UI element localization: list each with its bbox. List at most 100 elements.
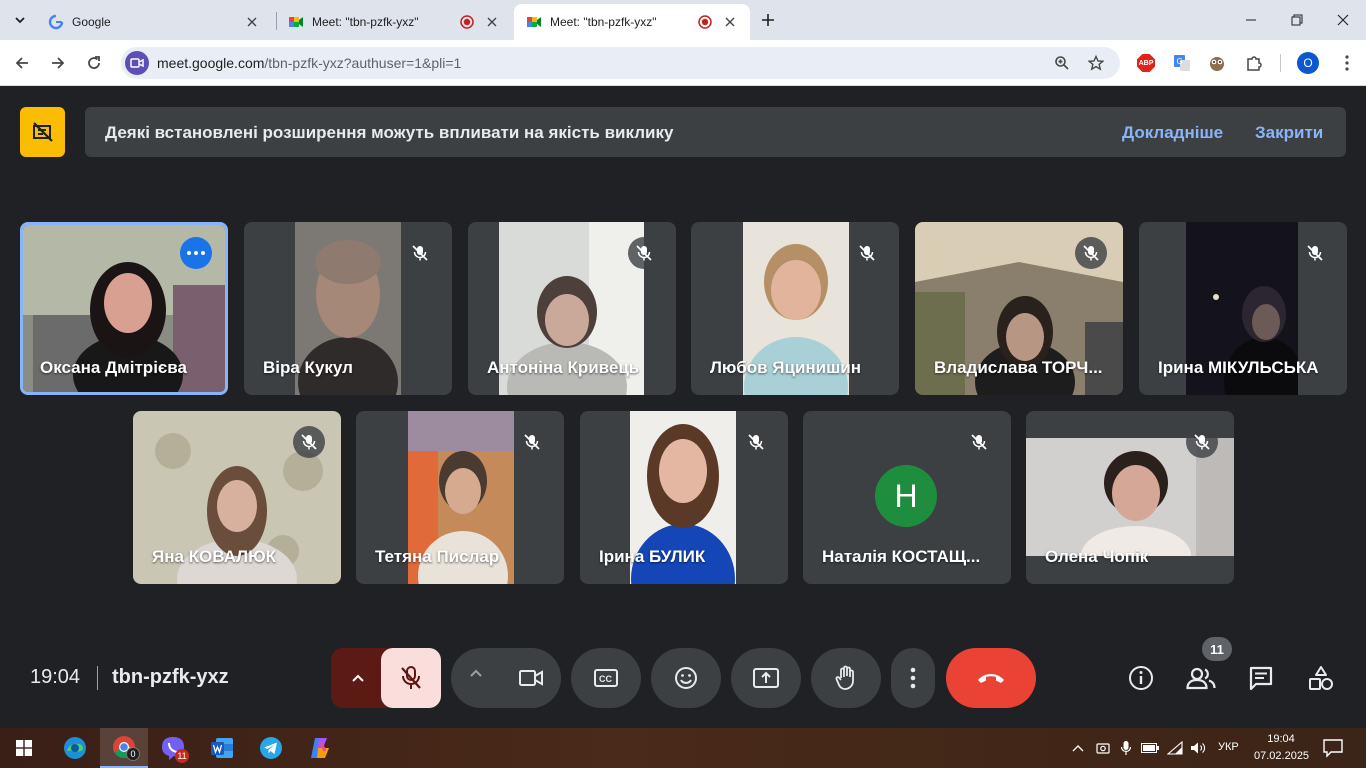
- show-hidden-icons[interactable]: [1069, 740, 1087, 756]
- meeting-details-button[interactable]: [1121, 658, 1161, 698]
- new-tab-button[interactable]: [756, 8, 780, 32]
- taskbar-viber[interactable]: 11: [149, 728, 197, 768]
- taskbar-time[interactable]: 19:04: [1254, 733, 1308, 745]
- windows-logo-icon: [16, 740, 32, 756]
- reload-icon: [88, 56, 100, 69]
- forward-button[interactable]: [45, 50, 71, 76]
- tab-title: Google: [72, 15, 111, 29]
- participant-tile[interactable]: Ірина МІКУЛЬСЬКА: [1139, 222, 1347, 395]
- close-window-button[interactable]: [1320, 0, 1366, 40]
- participant-tile[interactable]: Яна КОВАЛЮК: [133, 411, 341, 584]
- chevron-up-icon[interactable]: [469, 668, 483, 678]
- participant-tile[interactable]: Владислава ТОРЧ...: [915, 222, 1123, 395]
- microphone-control: [331, 648, 441, 708]
- extensions-button[interactable]: [1243, 52, 1265, 74]
- more-options-button[interactable]: [891, 648, 935, 708]
- reload-button[interactable]: [81, 50, 107, 76]
- arrow-right-icon: [52, 57, 65, 69]
- taskbar-copilot[interactable]: [296, 728, 344, 768]
- owl-extension[interactable]: [1206, 52, 1228, 74]
- participant-options-button[interactable]: [180, 237, 212, 269]
- reactions-button[interactable]: [651, 648, 721, 708]
- notice-text: Деякі встановлені розширення можуть впли…: [105, 123, 674, 142]
- participant-name: Владислава ТОРЧ...: [934, 358, 1103, 377]
- mic-off-icon: [971, 434, 987, 450]
- tab-google[interactable]: Google: [36, 4, 272, 40]
- participant-avatar: H: [875, 465, 937, 527]
- chrome-badge: 0: [126, 747, 140, 761]
- minimize-icon: [1246, 19, 1256, 21]
- leave-call-button[interactable]: [946, 648, 1036, 708]
- more-vert-icon: [910, 667, 916, 689]
- url-text[interactable]: meet.google.com/tbn-pzfk-yxz?authuser=1&…: [157, 55, 461, 71]
- participant-tile[interactable]: Любов Яцинишин: [691, 222, 899, 395]
- minimize-button[interactable]: [1228, 0, 1274, 40]
- participant-tile[interactable]: H Наталія КОСТАЩ...: [803, 411, 1011, 584]
- site-info-button[interactable]: [125, 51, 149, 75]
- learn-more-link[interactable]: Докладніше: [1122, 123, 1223, 143]
- chat-button[interactable]: [1241, 658, 1281, 698]
- close-tab-icon[interactable]: [244, 14, 260, 30]
- tab-meet-2-active[interactable]: Meet: "tbn-pzfk-yxz": [514, 4, 750, 40]
- tray-microphone[interactable]: [1117, 740, 1135, 756]
- participant-tile[interactable]: Тетяна Пислар: [356, 411, 564, 584]
- microphone-tray-icon: [1120, 741, 1132, 755]
- meeting-code: tbn-pzfk-yxz: [112, 666, 229, 688]
- viber-badge: 11: [175, 749, 189, 763]
- address-bar[interactable]: meet.google.com/tbn-pzfk-yxz?authuser=1&…: [121, 47, 1120, 79]
- translate-icon: G: [1174, 55, 1190, 71]
- muted-indicator: [1299, 237, 1331, 269]
- notifications-icon[interactable]: [1322, 738, 1344, 758]
- tray-camera[interactable]: [1094, 740, 1112, 756]
- participant-name: Яна КОВАЛЮК: [152, 547, 277, 566]
- close-tab-icon[interactable]: [484, 14, 500, 30]
- taskbar-chrome[interactable]: 0: [100, 728, 148, 768]
- zoom-button[interactable]: [1052, 53, 1072, 73]
- more-vert-icon: [1345, 55, 1349, 71]
- tray-volume[interactable]: [1189, 740, 1207, 756]
- wifi-icon: [1167, 741, 1183, 755]
- toggle-microphone-button[interactable]: [381, 648, 441, 708]
- adblock-icon: ABP: [1137, 54, 1155, 72]
- participant-count-badge: 11: [1202, 637, 1232, 661]
- mic-off-icon: [401, 666, 421, 689]
- browser-menu-button[interactable]: [1336, 52, 1358, 74]
- star-icon: [1088, 55, 1104, 71]
- participant-tile[interactable]: Антоніна Кривець: [468, 222, 676, 395]
- extension-warning-badge: [20, 107, 65, 157]
- mic-off-icon: [412, 245, 428, 261]
- activities-button[interactable]: [1301, 658, 1341, 698]
- profile-avatar[interactable]: O: [1297, 52, 1319, 74]
- participant-tile[interactable]: Оксана Дмітрієва: [20, 222, 228, 395]
- chevron-up-icon: [1072, 745, 1084, 752]
- people-icon: [1186, 667, 1216, 690]
- recording-icon: [460, 15, 474, 29]
- taskbar-edge[interactable]: [51, 728, 99, 768]
- taskbar-telegram[interactable]: [247, 728, 295, 768]
- participant-tile[interactable]: Олена Чопік: [1026, 411, 1234, 584]
- present-screen-button[interactable]: [731, 648, 801, 708]
- translate-extension[interactable]: G: [1171, 52, 1193, 74]
- back-button[interactable]: [9, 50, 35, 76]
- people-button[interactable]: [1181, 658, 1221, 698]
- input-language[interactable]: УКР: [1218, 741, 1239, 753]
- close-tab-icon[interactable]: [722, 14, 738, 30]
- participant-tile[interactable]: Ірина БУЛИК: [580, 411, 788, 584]
- tray-battery[interactable]: [1141, 740, 1159, 756]
- bookmark-button[interactable]: [1086, 53, 1106, 73]
- start-button[interactable]: [0, 728, 48, 768]
- restore-button[interactable]: [1274, 0, 1320, 40]
- participant-tile[interactable]: Віра Кукул: [244, 222, 452, 395]
- tab-meet-1[interactable]: Meet: "tbn-pzfk-yxz": [276, 4, 512, 40]
- taskbar-word[interactable]: [198, 728, 246, 768]
- close-notice-button[interactable]: Закрити: [1255, 123, 1323, 143]
- tray-network[interactable]: [1166, 740, 1184, 756]
- edge-icon: [64, 737, 86, 759]
- taskbar-date[interactable]: 07.02.2025: [1254, 750, 1309, 762]
- toggle-camera-button[interactable]: [501, 648, 561, 708]
- activities-icon: [1309, 666, 1333, 690]
- raise-hand-button[interactable]: [811, 648, 881, 708]
- tab-search-button[interactable]: [8, 8, 32, 32]
- captions-button[interactable]: CC: [571, 648, 641, 708]
- adblock-extension[interactable]: ABP: [1135, 52, 1157, 74]
